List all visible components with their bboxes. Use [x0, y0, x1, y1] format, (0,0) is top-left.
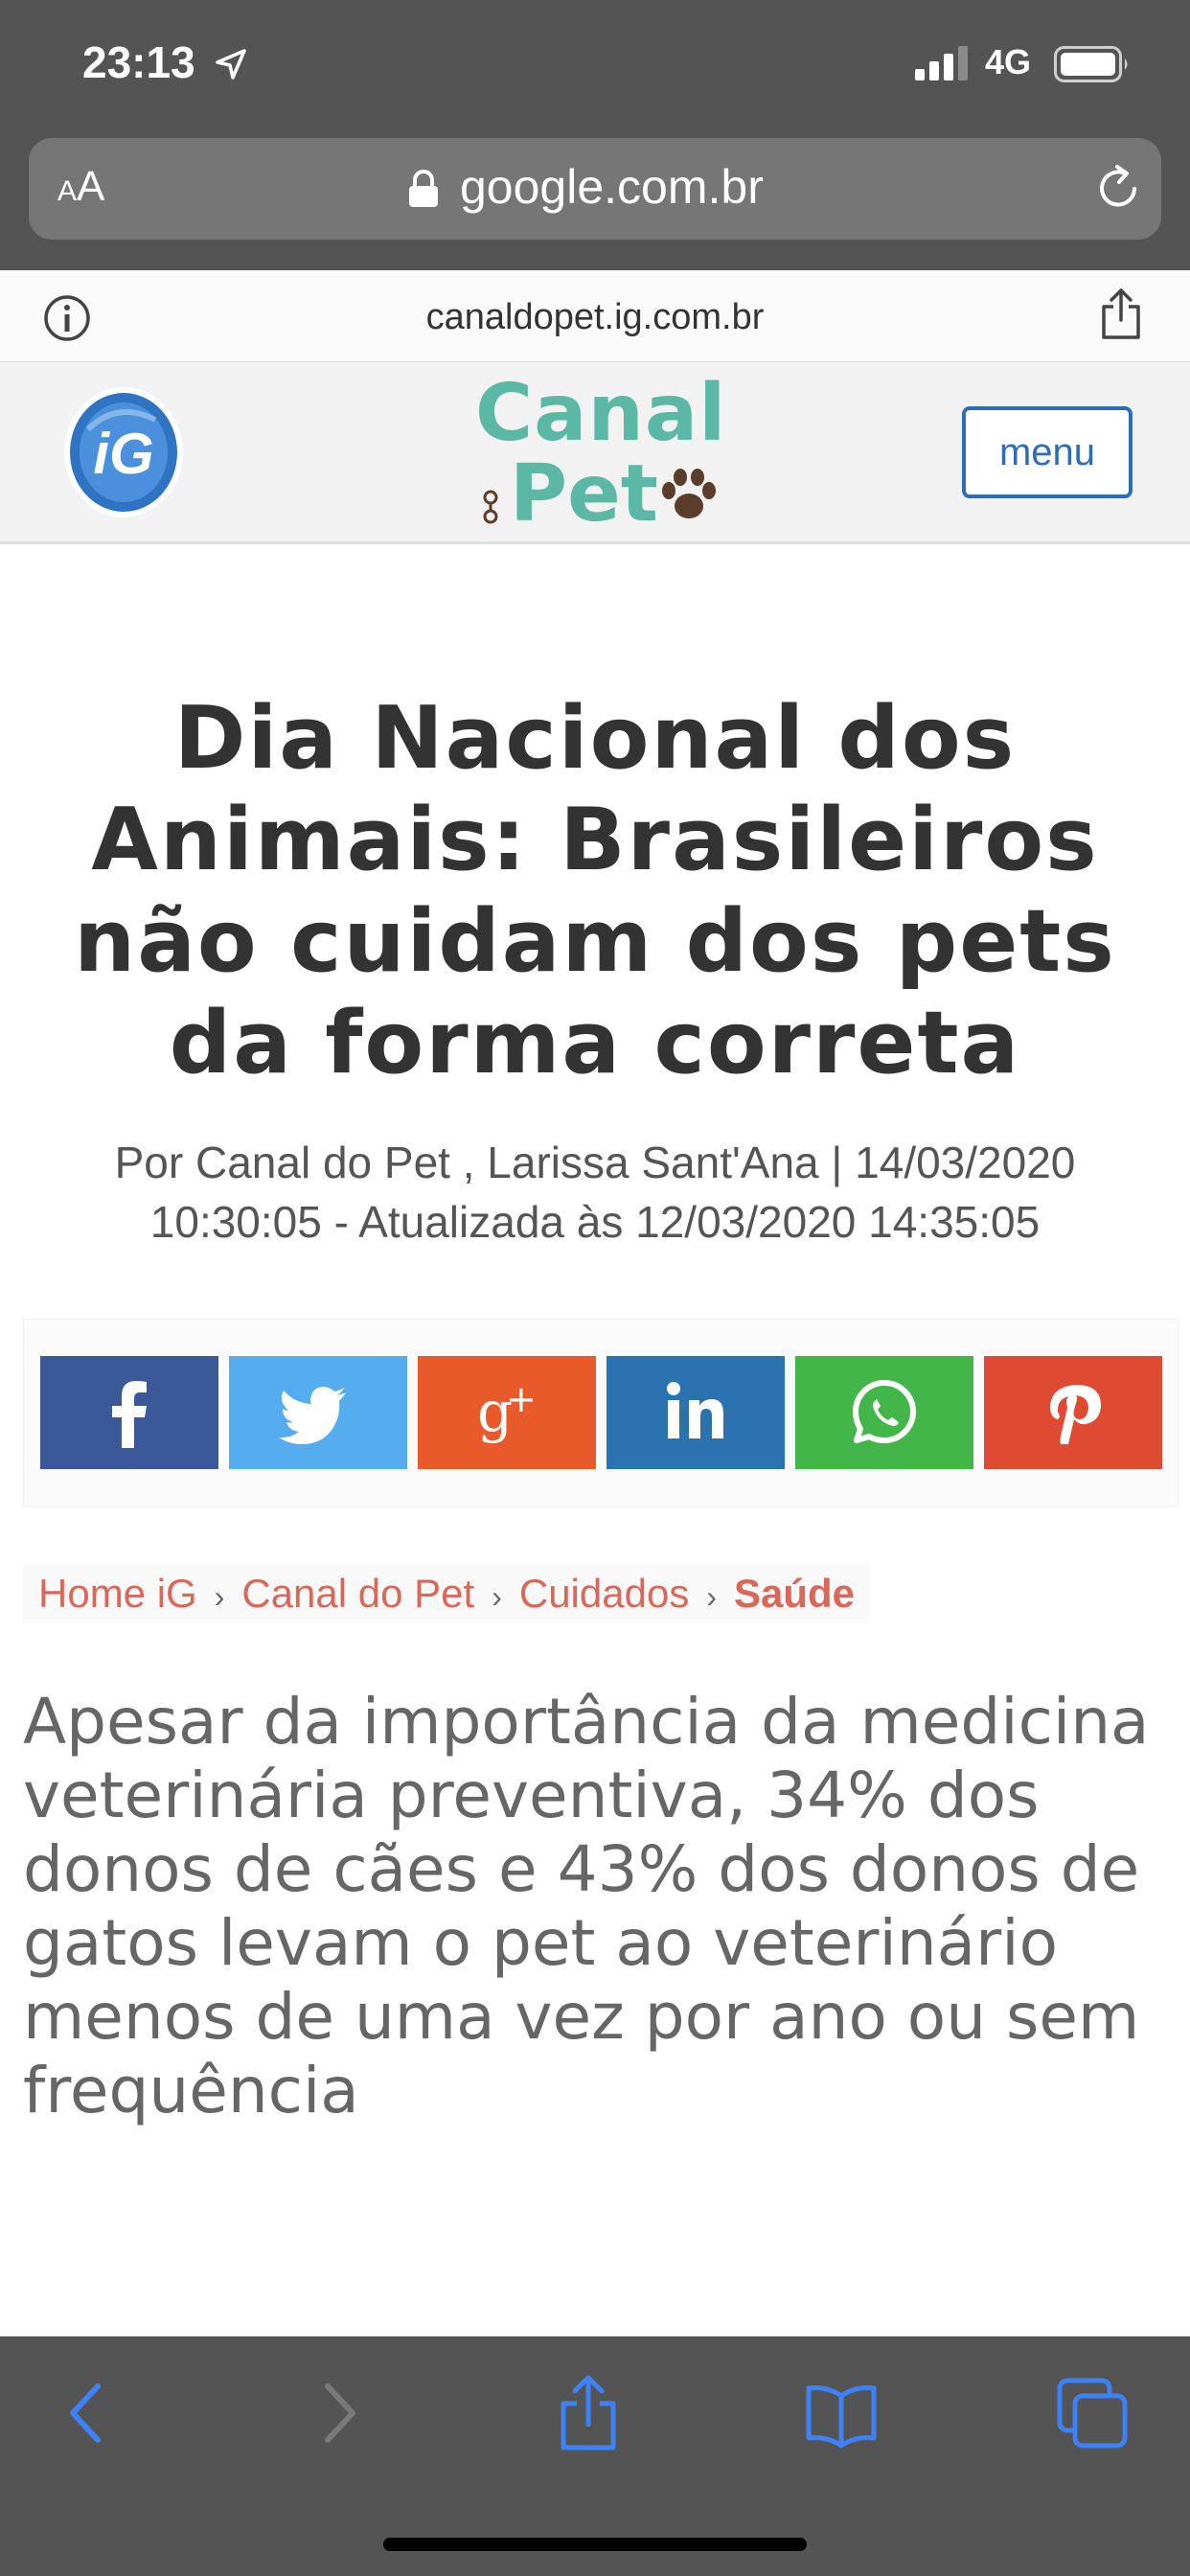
network-type: 4G	[985, 42, 1032, 81]
battery-icon	[1054, 46, 1128, 82]
byline-prefix: Por	[114, 1138, 195, 1187]
home-indicator[interactable]	[383, 2538, 807, 2551]
back-icon[interactable]	[50, 2375, 126, 2451]
breadcrumb-canal-do-pet[interactable]: Canal do Pet	[241, 1571, 474, 1616]
site-header: iG Canal Pet menu	[0, 362, 1190, 544]
gender-icon	[483, 490, 498, 524]
reload-icon[interactable]	[1092, 163, 1144, 215]
lock-icon	[409, 170, 438, 207]
brand-line1: Canal	[475, 368, 727, 459]
breadcrumb-home[interactable]: Home iG	[38, 1571, 197, 1616]
text-size-button[interactable]: AA	[57, 163, 104, 211]
breadcrumb-separator: ›	[492, 1579, 502, 1614]
site-domain: canaldopet.ig.com.br	[425, 297, 765, 337]
browser-chrome: 23:13 4G AA google.com.br	[0, 0, 1190, 270]
article-headline: Dia Nacional dos Animais: Brasileiros nã…	[74, 688, 1116, 1093]
share-whatsapp-button[interactable]	[795, 1356, 973, 1469]
share-facebook-button[interactable]	[40, 1356, 218, 1469]
ig-logo[interactable]: iG	[59, 381, 188, 523]
url-text: google.com.br	[460, 160, 764, 214]
breadcrumb: Home iG › Canal do Pet › Cuidados › Saúde	[23, 1564, 871, 1623]
share-pinterest-button[interactable]	[984, 1356, 1162, 1469]
status-bar: 23:13 4G	[0, 0, 1190, 126]
canal-pet-logo[interactable]: Canal Pet	[475, 368, 727, 540]
svg-text:+: +	[506, 1378, 537, 1420]
article-lead: Apesar da importância da medicina veteri…	[23, 1685, 1150, 2128]
share-twitter-button[interactable]	[229, 1356, 407, 1469]
share-google-plus-button[interactable]: g +	[418, 1356, 596, 1469]
breadcrumb-separator: ›	[706, 1579, 717, 1614]
breadcrumb-separator: ›	[214, 1579, 225, 1614]
signal-icon	[915, 46, 968, 80]
article-byline: Por Canal do Pet , Larissa Sant'Ana | 14…	[38, 1133, 1152, 1252]
byline-authors[interactable]: Canal do Pet , Larissa Sant'Ana	[195, 1138, 819, 1187]
address-bar[interactable]: AA google.com.br	[29, 138, 1161, 240]
share-icon[interactable]	[1100, 288, 1142, 341]
site-info-bar: canaldopet.ig.com.br	[0, 270, 1190, 362]
breadcrumb-current[interactable]: Saúde	[734, 1571, 855, 1616]
share-linkedin-button[interactable]	[606, 1356, 785, 1469]
svg-text:iG: iG	[93, 422, 153, 486]
paw-icon	[662, 469, 716, 518]
location-arrow-icon	[216, 49, 246, 80]
breadcrumb-cuidados[interactable]: Cuidados	[519, 1571, 689, 1616]
bookmarks-icon[interactable]	[803, 2375, 880, 2451]
menu-button[interactable]: menu	[962, 406, 1133, 498]
forward-icon[interactable]	[299, 2375, 376, 2451]
share-icon[interactable]	[550, 2375, 627, 2451]
brand-line2: Pet	[510, 448, 658, 540]
status-time: 23:13	[82, 37, 195, 87]
share-buttons: g +	[23, 1319, 1179, 1506]
tabs-icon[interactable]	[1054, 2375, 1131, 2451]
